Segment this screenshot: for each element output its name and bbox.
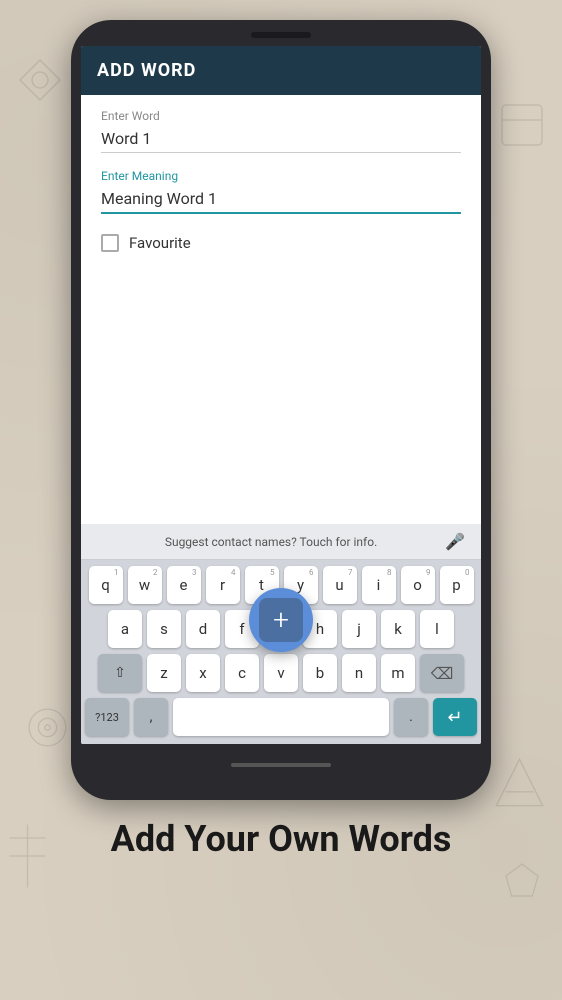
period-key[interactable]: . (394, 698, 428, 736)
space-key[interactable] (173, 698, 389, 736)
key-e[interactable]: 3e (167, 566, 201, 604)
key-p[interactable]: 0p (440, 566, 474, 604)
suggestion-text: Suggest contact names? Touch for info. (97, 535, 445, 549)
key-n[interactable]: n (342, 654, 376, 692)
phone-bottom (231, 750, 331, 780)
speaker-top (251, 32, 311, 38)
key-v[interactable]: v (264, 654, 298, 692)
key-s[interactable]: s (147, 610, 181, 648)
key-x[interactable]: x (186, 654, 220, 692)
backspace-key[interactable]: ⌫ (420, 654, 464, 692)
key-d[interactable]: d (186, 610, 220, 648)
meaning-field-label: Enter Meaning (101, 169, 461, 183)
mic-icon[interactable]: 🎤 (445, 532, 465, 551)
key-w[interactable]: 2w (128, 566, 162, 604)
key-i[interactable]: 8i (362, 566, 396, 604)
key-m[interactable]: m (381, 654, 415, 692)
app-title: ADD WORD (97, 60, 196, 81)
key-k[interactable]: k (381, 610, 415, 648)
key-o[interactable]: 9o (401, 566, 435, 604)
key-q[interactable]: 1q (89, 566, 123, 604)
add-fab-button[interactable]: + (249, 588, 313, 652)
home-bar[interactable] (231, 763, 331, 767)
key-r[interactable]: 4r (206, 566, 240, 604)
key-j[interactable]: j (342, 610, 376, 648)
key-z[interactable]: z (147, 654, 181, 692)
shift-key[interactable]: ⇧ (98, 654, 142, 692)
key-row-3: ⇧ z x c v b n m ⌫ (85, 654, 477, 692)
enter-key[interactable]: ↵ (433, 698, 477, 736)
favourite-row[interactable]: Favourite (101, 234, 461, 252)
favourite-checkbox[interactable] (101, 234, 119, 252)
suggestion-bar[interactable]: Suggest contact names? Touch for info. 🎤 (81, 524, 481, 560)
numbers-key[interactable]: ?123 (85, 698, 129, 736)
fab-plus-icon: + (273, 606, 289, 634)
app-header: ADD WORD (81, 46, 481, 95)
word-field-label: Enter Word (101, 109, 461, 123)
key-l[interactable]: l (420, 610, 454, 648)
meaning-field-value[interactable]: Meaning Word 1 (101, 189, 461, 214)
bottom-tagline: Add Your Own Words (91, 818, 472, 861)
key-row-4: ?123 , . ↵ (85, 698, 477, 742)
key-a[interactable]: a (108, 610, 142, 648)
favourite-label: Favourite (129, 234, 191, 252)
word-field-value[interactable]: Word 1 (101, 129, 461, 153)
key-u[interactable]: 7u (323, 566, 357, 604)
key-b[interactable]: b (303, 654, 337, 692)
comma-key[interactable]: , (134, 698, 168, 736)
phone-frame: ADD WORD Enter Word Word 1 Enter Meaning… (71, 20, 491, 800)
key-c[interactable]: c (225, 654, 259, 692)
form-area: Enter Word Word 1 Enter Meaning Meaning … (81, 95, 481, 524)
fab-inner: + (259, 598, 303, 642)
